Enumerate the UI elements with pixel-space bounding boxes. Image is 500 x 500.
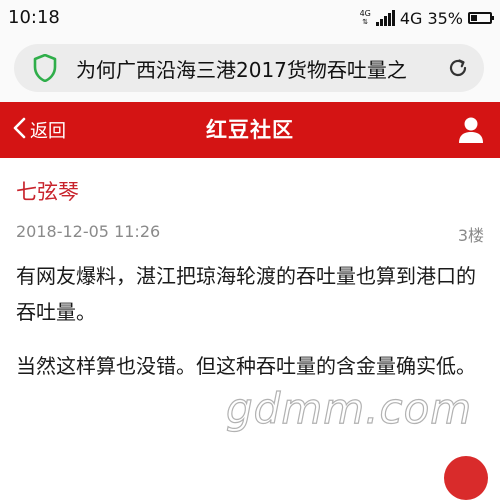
address-bar[interactable]: 为何广西沿海三港2017货物吞吐量之 bbox=[14, 44, 484, 92]
network-type: 4G bbox=[399, 8, 423, 28]
refresh-icon[interactable] bbox=[444, 54, 472, 82]
post-date: 2018-12-05 11:26 bbox=[16, 222, 161, 241]
browser-address-area: 为何广西沿海三港2017货物吞吐量之 bbox=[0, 36, 500, 102]
status-indicators: 4G ⇅ 4G 35% bbox=[359, 6, 494, 30]
post: 七弦琴 2018-12-05 11:26 3楼 有网友爆料，湛江把琼海轮渡的吞吐… bbox=[0, 158, 500, 465]
data-arrows-icon: ⇅ bbox=[362, 18, 369, 26]
post-paragraph: 有网友爆料，湛江把琼海轮渡的吞吐量也算到港口的吞吐量。 bbox=[16, 264, 476, 324]
battery-percent: 35% bbox=[427, 8, 463, 28]
post-paragraph: 当然这样算也没错。但这种吞吐量的含金量确实低。 bbox=[16, 354, 476, 378]
app-header: 返回 红豆社区 bbox=[0, 102, 500, 158]
status-bar: 10:18 4G ⇅ 4G 35% bbox=[0, 0, 500, 36]
post-author[interactable]: 七弦琴 bbox=[16, 176, 79, 206]
post-body: 有网友爆料，湛江把琼海轮渡的吞吐量也算到港口的吞吐量。 当然这样算也没错。但这种… bbox=[16, 258, 488, 402]
address-page-title[interactable]: 为何广西沿海三港2017货物吞吐量之 bbox=[76, 54, 436, 83]
network-type-small-icon: 4G ⇅ bbox=[359, 9, 371, 27]
status-time: 10:18 bbox=[8, 7, 60, 28]
post-floor: 3楼 bbox=[457, 226, 484, 245]
page-title: 红豆社区 bbox=[206, 118, 294, 142]
battery-icon bbox=[468, 12, 494, 24]
user-icon[interactable] bbox=[458, 116, 484, 144]
signal-icon bbox=[375, 10, 395, 26]
network-small-label: 4G bbox=[359, 9, 371, 18]
battery-level bbox=[471, 15, 477, 21]
shield-icon[interactable] bbox=[32, 54, 58, 82]
floating-action-button[interactable] bbox=[444, 456, 488, 500]
